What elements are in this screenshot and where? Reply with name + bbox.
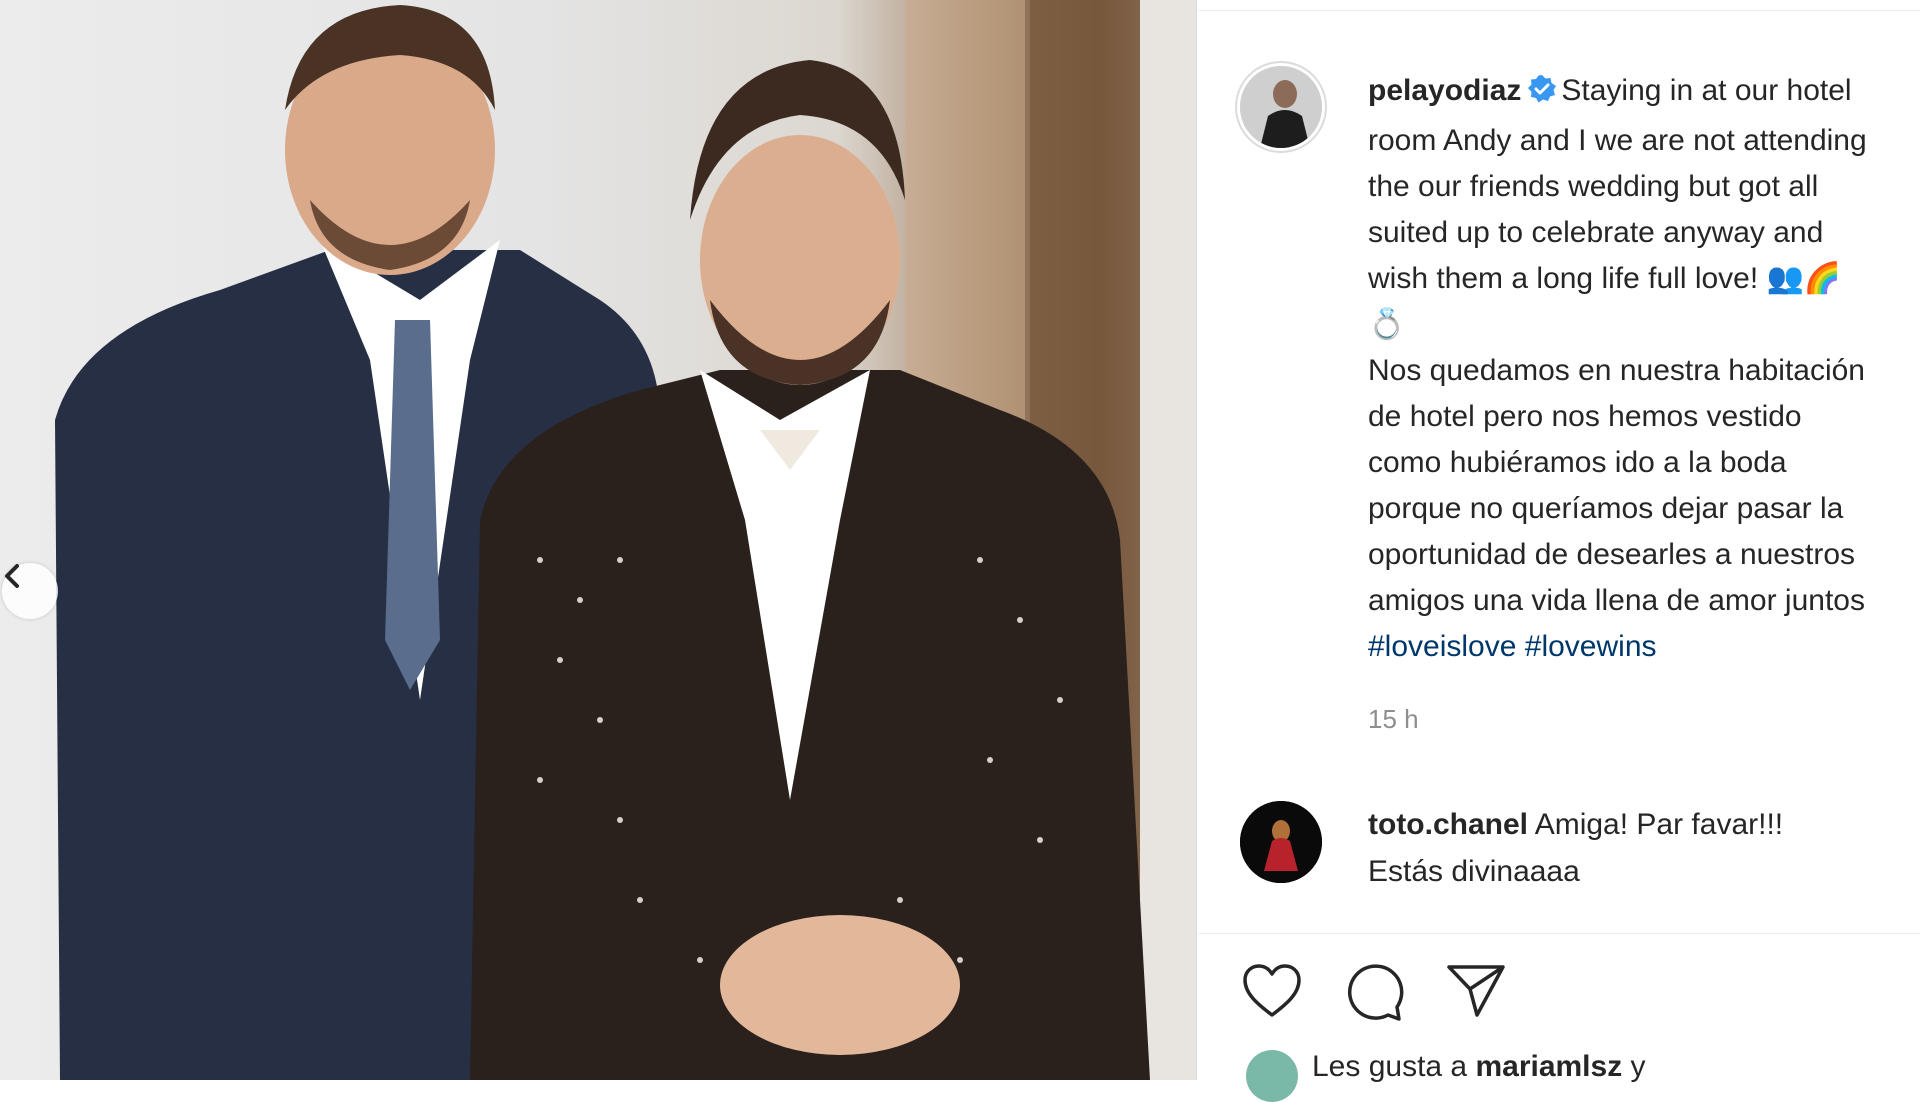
liker-username[interactable]: mariamlsz <box>1475 1050 1622 1083</box>
author-username[interactable]: pelayodiaz <box>1368 74 1521 107</box>
caption-line: de hotel pero nos hemos vestido <box>1368 400 1802 433</box>
comment-item: toto.chanel Amiga! Par favar!!! Estás di… <box>1368 801 1920 895</box>
hashtag-link[interactable]: #lovewins <box>1525 630 1657 663</box>
author-avatar-image <box>1240 66 1322 148</box>
caption-line: amigos una vida llena de amor juntos <box>1368 584 1865 617</box>
verified-badge-icon <box>1527 72 1557 118</box>
comment-text-continued: Estás divinaaaa <box>1368 855 1580 888</box>
chevron-left-icon <box>5 564 19 588</box>
post-timestamp[interactable]: 15 h <box>1368 704 1419 735</box>
likes-suffix: y <box>1622 1050 1646 1083</box>
photo-illustration <box>55 0 1196 1080</box>
caption-line: room Andy and I we are not attending <box>1368 124 1867 157</box>
post-photo <box>0 0 1196 1080</box>
commenter-avatar-image <box>1240 801 1322 883</box>
caption-line: wish them a long life full love! 👥🌈 <box>1368 262 1842 295</box>
caption-line: como hubiéramos ido a la boda <box>1368 446 1787 479</box>
hashtag-link[interactable]: #loveislove <box>1368 630 1516 663</box>
caption-line: Nos quedamos en nuestra habitación <box>1368 354 1865 387</box>
caption-line: Staying in at our hotel <box>1561 74 1852 107</box>
previous-photo-button[interactable] <box>2 563 58 619</box>
caption-line: oportunidad de desearles a nuestros <box>1368 538 1856 571</box>
post-caption: pelayodiaz Staying in at our hotel room A… <box>1368 68 1920 670</box>
paper-plane-icon[interactable] <box>1446 963 1506 1019</box>
comment-text: Amiga! Par favar!!! <box>1534 808 1784 841</box>
liker-avatar[interactable] <box>1246 1050 1298 1102</box>
commenter-avatar[interactable] <box>1240 801 1322 883</box>
author-avatar[interactable] <box>1240 66 1322 148</box>
caption-line: porque no queríamos dejar pasar la <box>1368 492 1844 525</box>
caption-line: the our friends wedding but got all <box>1368 170 1819 203</box>
caption-line: suited up to celebrate anyway and <box>1368 216 1824 249</box>
likes-summary: Les gusta a mariamlsz y <box>1312 1050 1646 1084</box>
caption-emoji-line: 💍 <box>1368 308 1406 341</box>
photo-divider <box>1196 0 1197 1080</box>
heart-icon[interactable] <box>1242 963 1302 1019</box>
commenter-username[interactable]: toto.chanel <box>1368 808 1528 841</box>
actions-separator <box>1198 933 1920 934</box>
comment-bubble-icon[interactable] <box>1344 963 1404 1021</box>
likes-prefix: Les gusta a <box>1312 1050 1476 1083</box>
header-separator <box>1198 0 1920 11</box>
